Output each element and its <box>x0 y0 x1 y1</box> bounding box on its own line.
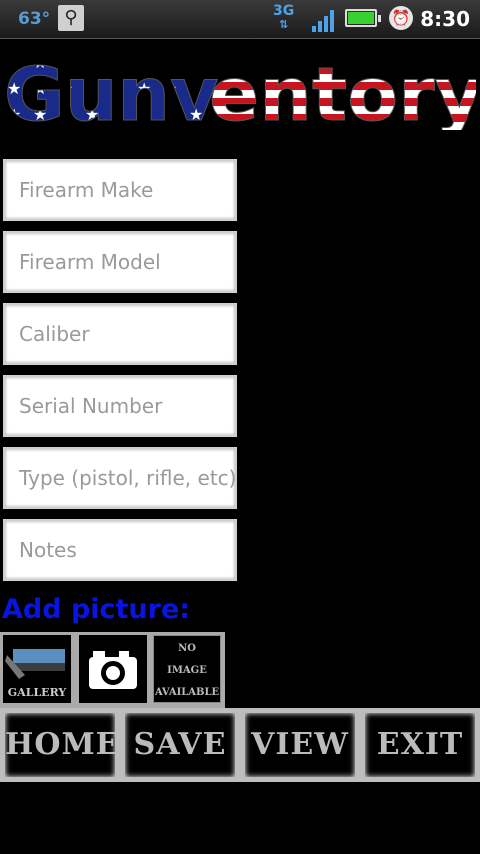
camera-icon <box>89 651 137 689</box>
picture-options: GALLERY NO IMAGE AVAILABLE <box>0 632 225 708</box>
add-picture-heading: Add picture: <box>2 594 191 625</box>
notes-field[interactable] <box>3 519 237 581</box>
type-input[interactable] <box>5 449 235 507</box>
app-logo: ★ Gunv entory <box>4 50 480 139</box>
camera-button[interactable] <box>79 635 147 703</box>
logo-text-part1: Gunv <box>4 52 218 130</box>
firearm-model-field[interactable] <box>3 231 237 293</box>
firearm-make-field[interactable] <box>3 159 237 221</box>
firearm-model-input[interactable] <box>5 233 235 291</box>
clock: 8:30 <box>420 7 470 31</box>
view-button[interactable]: VIEW <box>245 713 355 777</box>
no-image-line2: IMAGE <box>167 665 207 676</box>
signal-icon <box>312 8 338 32</box>
firearm-make-input[interactable] <box>5 161 235 219</box>
home-label: HOME <box>5 727 120 762</box>
no-image-line1: NO <box>178 643 196 654</box>
view-label: VIEW <box>251 727 349 762</box>
home-button[interactable]: HOME <box>5 713 120 777</box>
temperature: 63° <box>18 9 51 29</box>
exit-label: EXIT <box>376 727 464 762</box>
gallery-label: GALLERY <box>7 686 67 699</box>
save-button[interactable]: SAVE <box>125 713 235 777</box>
status-bar: 63° ⚲ 3G ⇅ ⏰ 8:30 <box>0 0 480 39</box>
network-type: 3G ⇅ <box>273 3 295 31</box>
type-field[interactable] <box>3 447 237 509</box>
gallery-icon <box>5 649 65 679</box>
logo-text-part2: entory <box>209 52 476 130</box>
network-label: 3G <box>273 3 295 19</box>
exit-button[interactable]: EXIT <box>365 713 475 777</box>
data-arrows-icon: ⇅ <box>279 18 289 31</box>
save-label: SAVE <box>133 727 227 762</box>
serial-number-input[interactable] <box>5 377 235 435</box>
no-image-line3: AVAILABLE <box>154 687 220 698</box>
usb-icon: ⚲ <box>58 5 84 31</box>
notes-input[interactable] <box>5 521 235 579</box>
battery-icon <box>345 9 381 27</box>
serial-number-field[interactable] <box>3 375 237 437</box>
alarm-icon: ⏰ <box>389 6 413 30</box>
caliber-field[interactable] <box>3 303 237 365</box>
bottom-nav: HOME SAVE VIEW EXIT <box>0 708 480 782</box>
caliber-input[interactable] <box>5 305 235 363</box>
no-image-thumbnail: NO IMAGE AVAILABLE <box>153 635 221 703</box>
gallery-button[interactable]: GALLERY <box>3 635 71 703</box>
logo-graphic: ★ Gunv entory <box>4 52 480 139</box>
